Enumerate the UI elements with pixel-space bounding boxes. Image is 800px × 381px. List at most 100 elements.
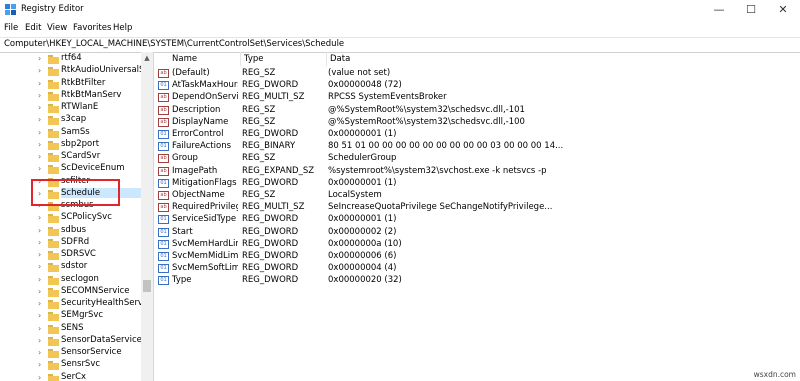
value-row[interactable]: abDependOnService REG_MULTI_SZ RPCSS Syste… [154,92,800,104]
tree-item[interactable]: › SensorService [0,347,140,360]
expand-chevron-icon[interactable]: › [38,250,41,259]
tree-item[interactable]: › ScDeviceEnum [0,163,140,176]
tree-item[interactable]: › SerCx [0,372,140,381]
expand-chevron-icon[interactable]: › [38,226,41,235]
registry-key-tree[interactable]: ›rtf64›RtkAudioUniversalSer›RtkBtFilter›… [0,52,154,381]
tree-item[interactable]: › SamSs [0,127,140,140]
tree-item[interactable]: › seclogon [0,274,140,287]
expand-chevron-icon[interactable]: › [38,299,41,308]
value-type: REG_MULTI_SZ [242,92,305,103]
tree-item[interactable]: › RTWlanE [0,102,140,115]
value-row[interactable]: 01 Start REG_DWORD 0x00000002 (2) [154,227,800,239]
value-row[interactable]: ab Description REG_SZ @%SystemRoot%\system3… [154,105,800,117]
tree-item-label: RtkAudioUniversalSer [61,65,141,76]
title-bar: Registry Editor — ☐ ✕ [0,0,800,19]
tree-item[interactable]: › SecurityHealthService [0,298,141,311]
tree-item[interactable]: › sdbus [0,225,140,238]
tree-item[interactable]: › SensrSvc [0,359,140,372]
value-name: SvcMemSoftLimi... [172,263,238,274]
value-row[interactable]: ab (Default) REG_SZ (value not set) [154,68,800,80]
folder-icon [48,128,59,138]
tree-item-label: rtf64 [61,53,82,63]
binary-value-icon: 01 [158,252,169,261]
value-name: DisplayName [172,116,229,127]
value-row[interactable]: 01 MitigationFlags REG_DWORD 0x00000001 (1) [154,178,800,190]
tree-item[interactable]: › s3cap [0,114,140,127]
folder-icon [48,140,59,150]
tree-item[interactable]: › SDRSVC [0,249,140,262]
value-row[interactable]: ab ImagePath REG_EXPAND_SZ %systemroot%\sys… [154,166,800,178]
value-row[interactable]: 01SvcMemSoftLimi... REG_DWORD 0x00000004 (… [154,263,800,275]
column-header-data[interactable]: Data [330,54,350,64]
expand-chevron-icon[interactable]: › [38,91,41,100]
expand-chevron-icon[interactable]: › [38,311,41,320]
tree-item[interactable]: › SENS [0,323,140,336]
column-header-type[interactable]: Type [244,54,264,64]
tree-item-label: SDFRd [61,236,90,247]
address-path[interactable]: Computer\HKEY_LOCAL_MACHINE\SYSTEM\Curre… [4,39,344,49]
column-divider[interactable] [240,52,241,66]
menu-file[interactable]: File [4,23,18,33]
tree-item[interactable]: › RtkBtManServ [0,90,140,103]
menu-favorites[interactable]: Favorites [73,23,111,33]
expand-chevron-icon[interactable]: › [38,152,41,161]
tree-item[interactable]: › SEMgrSvc [0,310,140,323]
value-row[interactable]: 01 FailureActions REG_BINARY 80 51 01 00 00… [154,141,800,153]
expand-chevron-icon[interactable]: › [38,348,41,357]
address-bar[interactable]: Computer\HKEY_LOCAL_MACHINE\SYSTEM\Curre… [0,37,800,53]
scroll-up-arrow-icon[interactable]: ▲ [141,52,153,64]
expand-chevron-icon[interactable]: › [38,213,41,222]
expand-chevron-icon[interactable]: › [38,164,41,173]
tree-item[interactable]: › SensorDataService [0,335,141,348]
folder-icon [48,79,59,89]
value-row[interactable]: 01 ErrorControl REG_DWORD 0x00000001 (1) [154,129,800,141]
expand-chevron-icon[interactable]: › [38,140,41,149]
value-row[interactable]: 01 Type REG_DWORD 0x00000020 (32) [154,275,800,287]
expand-chevron-icon[interactable]: › [38,103,41,112]
value-row[interactable]: ab ObjectName REG_SZ LocalSystem [154,190,800,202]
value-row[interactable]: ab DisplayName REG_SZ @%SystemRoot%\system3… [154,117,800,129]
expand-chevron-icon[interactable]: › [38,115,41,124]
tree-item[interactable]: › rtf64 [0,53,140,66]
expand-chevron-icon[interactable]: › [38,373,41,381]
expand-chevron-icon[interactable]: › [38,287,41,296]
scroll-thumb[interactable] [143,280,151,292]
tree-item[interactable]: › SDFRd [0,237,140,250]
tree-scrollbar[interactable]: ▲ [141,52,153,381]
minimize-button[interactable]: — [704,0,734,19]
tree-item[interactable]: › RtkAudioUniversalSer [0,65,141,78]
menu-help[interactable]: Help [113,23,132,33]
menu-view[interactable]: View [47,23,67,33]
tree-item[interactable]: › sbp2port [0,139,140,152]
expand-chevron-icon[interactable]: › [38,128,41,137]
binary-value-icon: 01 [158,142,169,152]
column-divider[interactable] [326,52,327,66]
expand-chevron-icon[interactable]: › [38,262,41,271]
value-row[interactable]: 01 AtTaskMaxHours REG_DWORD 0x00000048 (72) [154,80,800,92]
expand-chevron-icon[interactable]: › [38,336,41,345]
value-row[interactable]: 01 ServiceSidType REG_DWORD 0x00000001 (1) [154,214,800,226]
expand-chevron-icon[interactable]: › [38,324,41,333]
expand-chevron-icon[interactable]: › [38,360,41,369]
column-header-name[interactable]: Name [172,54,197,64]
tree-item[interactable]: › SECOMNService [0,286,140,299]
expand-chevron-icon[interactable]: › [38,275,41,284]
tree-item-label: RtkBtFilter [61,77,106,88]
tree-item[interactable]: › RtkBtFilter [0,78,140,91]
tree-item[interactable]: › SCardSvr [0,151,140,164]
maximize-button[interactable]: ☐ [736,0,766,19]
expand-chevron-icon[interactable]: › [38,66,41,75]
value-name: FailureActions [172,141,232,152]
expand-chevron-icon[interactable]: › [38,79,41,88]
expand-chevron-icon[interactable]: › [38,238,41,247]
tree-item[interactable]: › sdstor [0,261,140,274]
tree-item[interactable]: › SCPolicySvc [0,212,140,225]
value-row[interactable]: 01SvcMemMidLimi... REG_DWORD 0x00000006 (6… [154,251,800,263]
close-button[interactable]: ✕ [768,0,798,19]
value-row[interactable]: abRequiredPrivileg... REG_MULTI_SZ SeIncre… [154,202,800,214]
menu-edit[interactable]: Edit [25,23,41,33]
value-row[interactable]: ab Group REG_SZ SchedulerGroup [154,153,800,165]
value-row[interactable]: 01SvcMemHardLimi... REG_DWORD 0x0000000a (… [154,239,800,251]
expand-chevron-icon[interactable]: › [38,54,41,63]
value-type: REG_DWORD [242,251,299,261]
